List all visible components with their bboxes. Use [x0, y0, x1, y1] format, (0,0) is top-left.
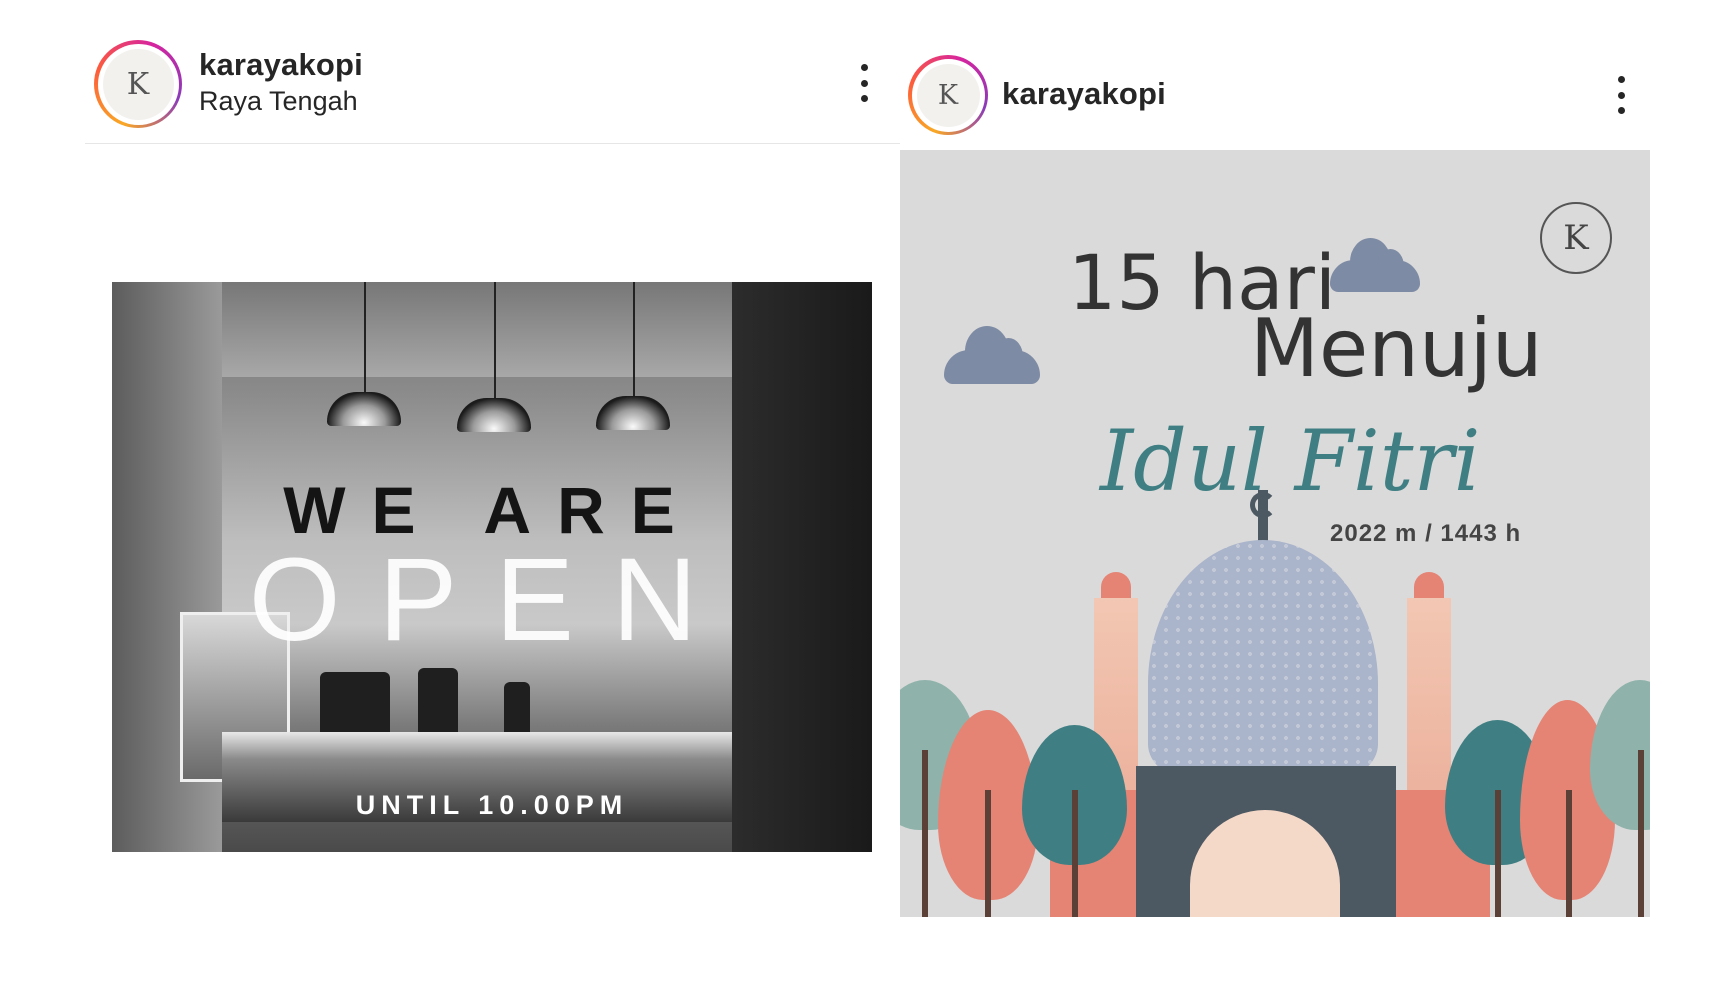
username[interactable]: karayakopi	[199, 47, 363, 83]
pendant-lamp	[457, 398, 531, 432]
more-options-icon[interactable]	[852, 64, 876, 102]
headline-menuju: Menuju	[1250, 302, 1543, 395]
pendant-lamp	[596, 396, 670, 430]
post-2: K karayakopi K 15 hari Menuju Idul Fitri…	[900, 0, 1722, 1006]
pendant-lamp	[327, 392, 401, 426]
sign-text-open: OPEN	[248, 534, 736, 666]
cloud	[1330, 237, 1420, 292]
brand-logo-icon: K	[916, 63, 980, 127]
post-1: K karayakopi Raya Tengah WE ARE OPEN UNT…	[0, 0, 900, 1006]
more-options-icon[interactable]	[1609, 76, 1633, 114]
mosque-dome	[1148, 540, 1378, 780]
sign-text-hours: UNTIL 10.00PM	[355, 790, 629, 820]
headline-year: 2022 m / 1443 h	[1330, 520, 1522, 547]
brand-mark-icon: K	[1540, 202, 1612, 274]
header-divider	[85, 143, 900, 144]
cloud	[944, 326, 1040, 384]
avatar[interactable]: K	[908, 55, 988, 135]
username[interactable]: karayakopi	[1002, 76, 1166, 112]
post-image[interactable]: K 15 hari Menuju Idul Fitri 2022 m / 144…	[900, 150, 1650, 917]
location-label[interactable]: Raya Tengah	[199, 86, 358, 117]
post-image[interactable]: WE ARE OPEN UNTIL 10.00PM	[112, 282, 872, 852]
avatar[interactable]: K	[94, 40, 182, 128]
brand-logo-icon: K	[102, 48, 174, 120]
headline-idul-fitri: Idul Fitri	[1100, 412, 1481, 510]
